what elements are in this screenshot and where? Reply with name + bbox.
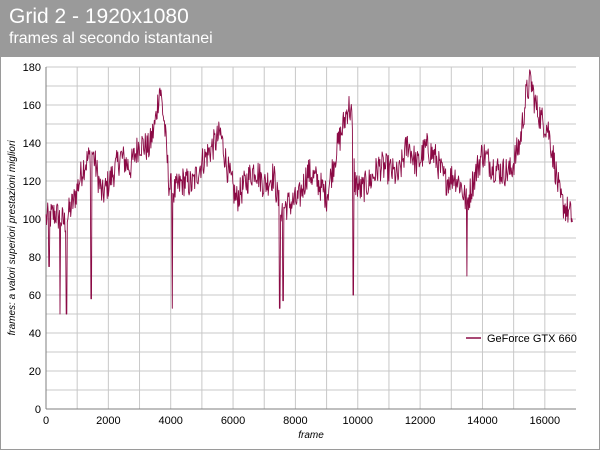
x-tick-label: 0: [43, 415, 49, 427]
y-tick-label: 180: [23, 62, 41, 74]
x-tick-label: 16000: [530, 415, 561, 427]
chart-frame: Grid 2 - 1920x1080 frames al secondo ist…: [0, 0, 600, 450]
y-axis-label: frames: a valori superiori prestazioni m…: [7, 140, 18, 336]
legend-label: GeForce GTX 660: [487, 333, 577, 345]
x-tick-label: 2000: [96, 415, 120, 427]
x-axis-ticks: 0 2000 4000 6000 8000 10000 12000 14000 16000: [43, 415, 560, 427]
y-tick-label: 140: [23, 138, 41, 150]
y-tick-label: 0: [35, 404, 41, 416]
x-tick-label: 12000: [405, 415, 436, 427]
y-tick-label: 120: [23, 176, 41, 188]
y-tick-label: 20: [29, 366, 41, 378]
x-tick-label: 10000: [342, 415, 373, 427]
y-tick-label: 160: [23, 100, 41, 112]
series-layer: [45, 69, 573, 315]
line-chart: 0 20 40 60 80 100 120 140 160 180 0 2000 4000 6000 80…: [7, 62, 577, 441]
grid-lines: [46, 66, 576, 410]
x-axis-label: frame: [298, 430, 324, 441]
y-tick-label: 80: [29, 252, 41, 264]
x-tick-label: 6000: [221, 415, 245, 427]
x-tick-label: 8000: [283, 415, 307, 427]
y-tick-label: 100: [23, 214, 41, 226]
y-axis-ticks: 0 20 40 60 80 100 120 140 160 180: [23, 62, 41, 416]
x-tick-label: 14000: [467, 415, 498, 427]
x-tick-label: 4000: [158, 415, 182, 427]
y-tick-label: 40: [29, 328, 41, 340]
y-tick-label: 60: [29, 290, 41, 302]
series-line-geforce-gtx-660: [45, 69, 573, 315]
